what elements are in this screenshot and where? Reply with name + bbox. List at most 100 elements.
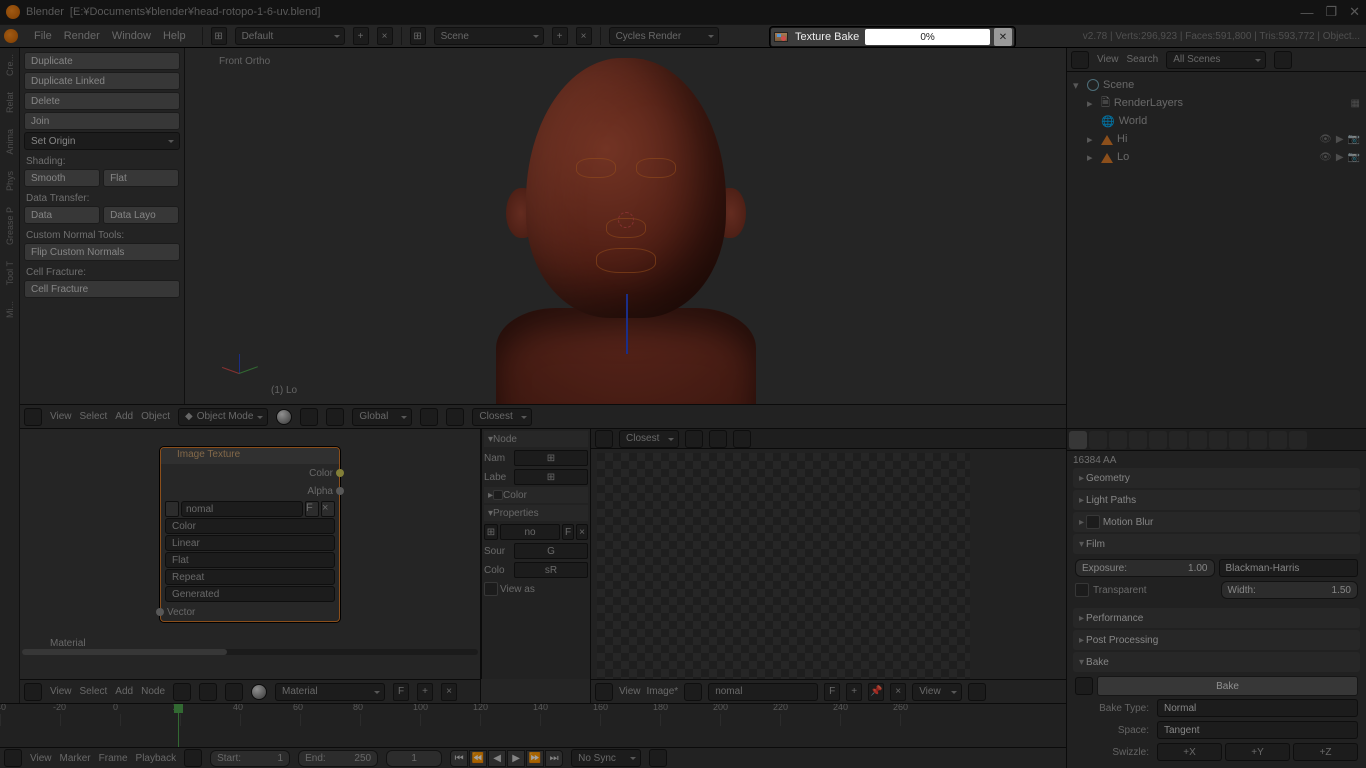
menu-window[interactable]: Window <box>112 30 151 42</box>
vtab-0[interactable]: Cre... <box>5 54 15 76</box>
uv-tool-icon[interactable] <box>733 430 751 448</box>
play-reverse-button[interactable]: ◀ <box>488 750 506 767</box>
uv-del-image-button[interactable]: × <box>890 683 906 701</box>
uv-menu-view[interactable]: View <box>619 686 641 697</box>
image-texture-node[interactable]: Image Texture Color Alpha nomal F × Colo… <box>160 447 340 622</box>
socket-vector-icon[interactable] <box>156 608 164 616</box>
vtab-6[interactable]: Mi... <box>5 301 15 318</box>
smooth-button[interactable]: Smooth <box>24 169 100 187</box>
uv-add-image-button[interactable]: + <box>846 683 862 701</box>
tl-menu-view[interactable]: View <box>30 753 52 764</box>
panel-light-paths[interactable]: Light Paths <box>1073 490 1360 510</box>
screen-layout-dropdown[interactable]: Default <box>235 27 345 45</box>
editor-type-3dview-icon[interactable] <box>24 408 42 426</box>
screen-browse-icon[interactable]: ⊞ <box>211 27 227 45</box>
search-icon[interactable] <box>1274 51 1292 69</box>
sync-mode-dropdown[interactable]: No Sync <box>571 749 641 767</box>
del-screen-button[interactable]: × <box>377 27 393 45</box>
ns-node-header[interactable]: ▾ Node <box>484 431 588 447</box>
cursor-icon[interactable]: ▶ <box>1336 134 1344 145</box>
ns-x-button[interactable]: × <box>576 524 588 540</box>
ol-menu-search[interactable]: Search <box>1127 54 1159 65</box>
ns-name-field[interactable]: ⊞ <box>514 450 588 466</box>
renderlayer-icon[interactable]: ▦ <box>1351 98 1360 109</box>
image-unlink-button[interactable]: × <box>321 501 335 517</box>
uv-snap-dropdown[interactable]: Closest <box>619 430 679 448</box>
ns-colorspace-field[interactable]: sR <box>514 562 588 578</box>
shader-type-icon[interactable] <box>173 683 191 701</box>
socket-alpha-icon[interactable] <box>336 487 344 495</box>
tab-material-icon[interactable] <box>1229 431 1247 449</box>
cancel-bake-button[interactable]: ✕ <box>994 28 1012 46</box>
transparent-check[interactable] <box>1075 583 1089 597</box>
set-origin-dropdown[interactable]: Set Origin <box>24 132 180 150</box>
node-dd-2[interactable]: Flat <box>165 552 335 568</box>
node-dd-0[interactable]: Color <box>165 518 335 534</box>
keyframe-prev-button[interactable]: ⏪ <box>469 750 487 767</box>
eye-icon[interactable]: 👁 <box>1319 134 1332 145</box>
shading-mode-icon[interactable] <box>276 409 292 425</box>
swizzle-y-dropdown[interactable]: +Y <box>1225 743 1290 761</box>
ns-label-field[interactable]: ⊞ <box>514 469 588 485</box>
duplicate-button[interactable]: Duplicate <box>24 52 180 70</box>
material-add-button[interactable]: + <box>417 683 433 701</box>
menu-file[interactable]: File <box>34 30 52 42</box>
node-dd-1[interactable]: Linear <box>165 535 335 551</box>
material-slot-icon[interactable] <box>251 684 267 700</box>
texture-icon[interactable] <box>225 683 243 701</box>
tree-world[interactable]: World <box>1119 115 1148 127</box>
editor-type-outliner-icon[interactable] <box>1071 51 1089 69</box>
ns-source-field[interactable]: G <box>514 543 588 559</box>
add-screen-button[interactable]: + <box>353 27 369 45</box>
v3d-menu-view[interactable]: View <box>50 411 72 422</box>
socket-color-icon[interactable] <box>336 469 344 477</box>
editor-type-node-icon[interactable] <box>24 683 42 701</box>
timeline-area[interactable]: -40-200204060801001201401601802002202402… <box>0 703 1066 747</box>
ne-menu-select[interactable]: Select <box>80 686 108 697</box>
image-browse-icon[interactable] <box>165 501 179 517</box>
outliner-filter-dropdown[interactable]: All Scenes <box>1166 51 1266 69</box>
cursor-icon[interactable]: ▶ <box>1336 152 1344 163</box>
close-icon[interactable]: ✕ <box>1349 4 1360 20</box>
compositing-icon[interactable] <box>199 683 217 701</box>
panel-film[interactable]: Film <box>1073 534 1360 554</box>
vtab-5[interactable]: Tool T <box>5 261 15 285</box>
material-del-button[interactable]: × <box>441 683 457 701</box>
panel-post-processing[interactable]: Post Processing <box>1073 630 1360 650</box>
uv-fakeuser-button[interactable]: F <box>824 683 840 701</box>
flat-button[interactable]: Flat <box>103 169 179 187</box>
snap-icon[interactable] <box>446 408 464 426</box>
ns-f-button[interactable]: F <box>562 524 574 540</box>
tl-menu-frame[interactable]: Frame <box>99 753 128 764</box>
tree-scene[interactable]: Scene <box>1103 79 1134 91</box>
data-button[interactable]: Data <box>24 206 100 224</box>
editor-type-uv-icon[interactable] <box>595 683 613 701</box>
ns-image-field[interactable]: no <box>500 524 560 540</box>
node-dd-4[interactable]: Generated <box>165 586 335 602</box>
uv-tool-icon[interactable] <box>709 430 727 448</box>
v3d-menu-object[interactable]: Object <box>141 411 170 422</box>
vtab-4[interactable]: Grease P <box>5 207 15 245</box>
vtab-1[interactable]: Relat <box>5 92 15 113</box>
menu-render[interactable]: Render <box>64 30 100 42</box>
swizzle-x-dropdown[interactable]: +X <box>1157 743 1222 761</box>
v3d-menu-add[interactable]: Add <box>115 411 133 422</box>
uv-mode-dropdown[interactable]: View <box>912 683 962 701</box>
pixel-filter-dropdown[interactable]: Blackman-Harris <box>1219 559 1359 577</box>
del-scene-button[interactable]: × <box>576 27 592 45</box>
data-layout-button[interactable]: Data Layo <box>103 206 179 224</box>
tab-scene-icon[interactable] <box>1109 431 1127 449</box>
uv-pin-icon[interactable]: 📌 <box>868 683 884 701</box>
add-scene-button[interactable]: + <box>552 27 568 45</box>
node-dd-3[interactable]: Repeat <box>165 569 335 585</box>
autokey-icon[interactable] <box>649 749 667 767</box>
tree-lo[interactable]: Lo <box>1117 151 1129 163</box>
play-button[interactable]: ▶ <box>507 750 525 767</box>
join-button[interactable]: Join <box>24 112 180 130</box>
ns-browse-icon[interactable]: ⊞ <box>484 524 498 540</box>
material-dropdown[interactable]: Material <box>275 683 385 701</box>
eye-icon[interactable]: 👁 <box>1319 152 1332 163</box>
tree-renderlayers[interactable]: RenderLayers <box>1114 97 1183 109</box>
bake-button[interactable]: Bake <box>1097 676 1358 696</box>
camera-icon[interactable]: 📷 <box>1348 152 1360 163</box>
